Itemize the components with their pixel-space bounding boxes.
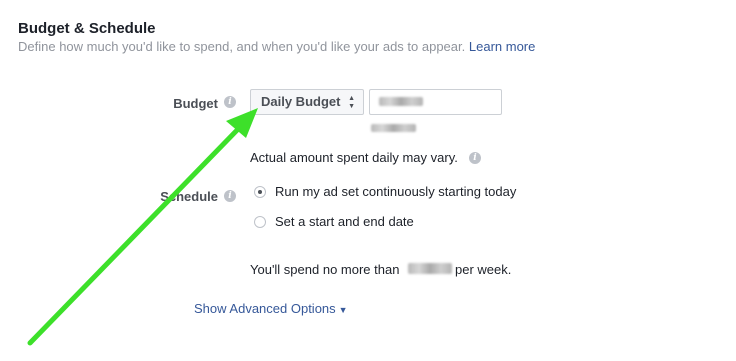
advanced-options-label: Show Advanced Options bbox=[194, 301, 336, 316]
triangle-down-icon: ▼ bbox=[338, 305, 348, 315]
spend-summary-suffix: per week. bbox=[455, 262, 512, 277]
info-icon[interactable]: i bbox=[224, 96, 236, 108]
schedule-continuous-radio[interactable] bbox=[254, 186, 266, 198]
schedule-dates-radio[interactable] bbox=[254, 216, 266, 228]
schedule-option-continuous[interactable]: Run my ad set continuously starting toda… bbox=[275, 184, 516, 199]
section-title: Budget & Schedule bbox=[18, 20, 156, 37]
redacted-currency-note bbox=[371, 124, 416, 132]
show-advanced-options-link[interactable]: Show Advanced Options ▼ bbox=[194, 301, 348, 316]
section-description: Define how much you'd like to spend, and… bbox=[18, 39, 535, 54]
info-icon[interactable]: i bbox=[224, 190, 236, 202]
spend-summary-prefix: You'll spend no more than bbox=[250, 262, 400, 277]
info-icon[interactable]: i bbox=[469, 152, 481, 164]
redacted-amount bbox=[379, 97, 423, 106]
redacted-weekly-amount bbox=[408, 263, 452, 274]
budget-schedule-panel: Budget & Schedule Define how much you'd … bbox=[0, 0, 736, 361]
learn-more-link[interactable]: Learn more bbox=[469, 39, 535, 54]
budget-type-value: Daily Budget bbox=[261, 94, 341, 109]
sort-caret-icon: ▲ ▼ bbox=[348, 95, 355, 110]
budget-label: Budget bbox=[173, 96, 218, 111]
budget-amount-input[interactable] bbox=[369, 89, 502, 115]
annotation-arrow bbox=[27, 108, 258, 346]
budget-note: Actual amount spent daily may vary. bbox=[250, 150, 458, 165]
description-text: Define how much you'd like to spend, and… bbox=[18, 39, 466, 54]
schedule-label: Schedule bbox=[160, 189, 218, 204]
schedule-option-dates[interactable]: Set a start and end date bbox=[275, 214, 414, 229]
budget-type-select[interactable]: Daily Budget ▲ ▼ bbox=[250, 89, 364, 115]
